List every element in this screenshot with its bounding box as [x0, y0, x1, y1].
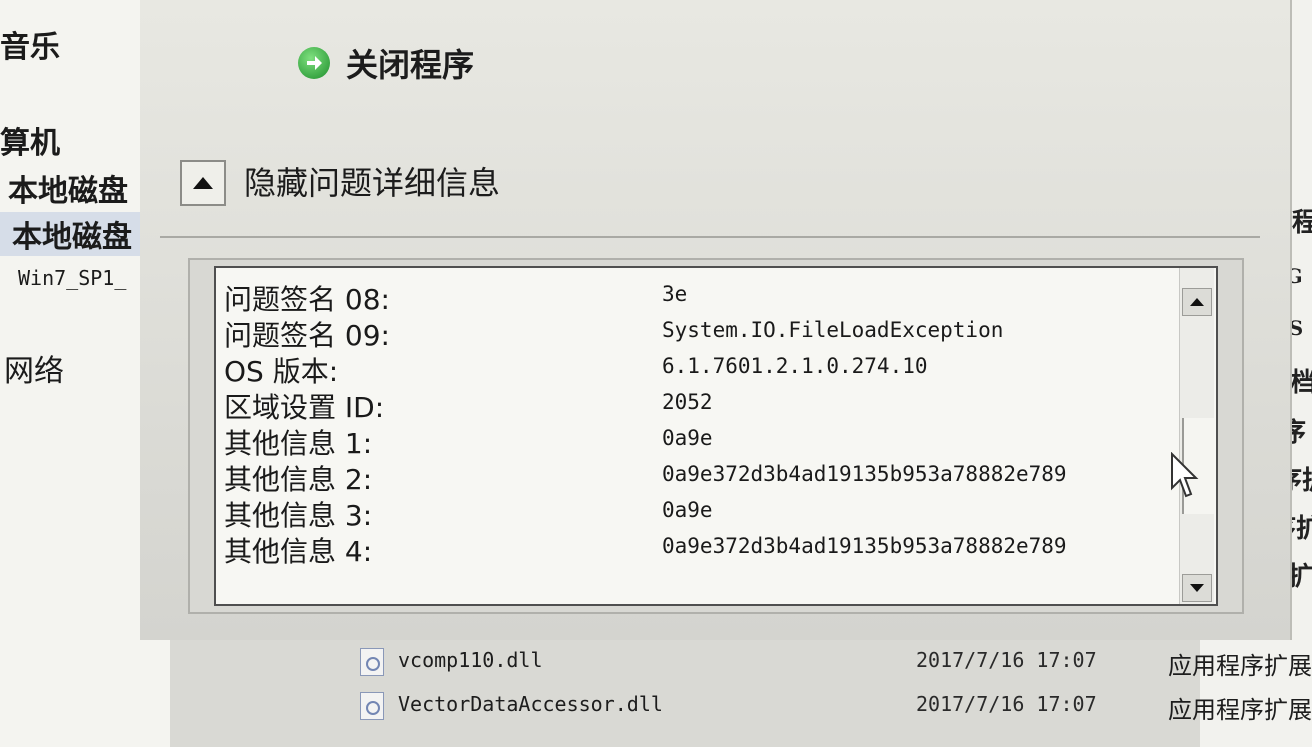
details-value: 0a9e372d3b4ad19135b953a78882e789: [662, 462, 1067, 486]
dll-file-icon: [360, 692, 384, 720]
file-type: 应用程序扩展: [1168, 652, 1312, 680]
scroll-down-button[interactable]: [1182, 574, 1212, 602]
green-arrow-icon: [298, 47, 330, 79]
details-key: 问题签名 08:: [224, 283, 390, 316]
scroll-up-icon: [1190, 298, 1204, 306]
details-value: 0a9e372d3b4ad19135b953a78882e789: [662, 534, 1067, 558]
file-name: vcomp110.dll: [398, 648, 543, 672]
close-program-label: 关闭程序: [346, 46, 475, 84]
file-name: VectorDataAccessor.dll: [398, 692, 663, 716]
nav-item-network[interactable]: 网络: [4, 346, 64, 390]
details-key: 问题签名 09:: [224, 319, 390, 352]
dll-file-icon: [360, 648, 384, 676]
details-value: System.IO.FileLoadException: [662, 318, 1004, 342]
details-key: 其他信息 4:: [224, 535, 373, 568]
details-value: 3e: [662, 282, 688, 306]
details-value: 0a9e: [662, 498, 713, 522]
details-key: 其他信息 2:: [224, 463, 373, 496]
details-key: 其他信息 3:: [224, 499, 373, 532]
close-program-link[interactable]: 关闭程序: [298, 40, 474, 86]
file-type: 应用程序扩展: [1168, 696, 1312, 724]
details-scrollbar[interactable]: [1179, 268, 1214, 604]
hide-details-button[interactable]: [180, 160, 226, 206]
nav-item-local-disk-c[interactable]: 本地磁盘: [8, 166, 128, 210]
nav-item-win7-sp1[interactable]: Win7_SP1_: [18, 266, 126, 290]
mouse-cursor-icon: [1171, 452, 1199, 498]
details-key: 其他信息 1:: [224, 427, 373, 460]
scroll-down-icon: [1190, 584, 1204, 592]
details-value: 0a9e: [662, 426, 713, 450]
hide-details-label[interactable]: 隐藏问题详细信息: [244, 158, 500, 204]
problem-details-box: 问题签名 08: 3e 问题签名 09: System.IO.FileLoadE…: [188, 258, 1244, 614]
problem-details-textarea[interactable]: 问题签名 08: 3e 问题签名 09: System.IO.FileLoadE…: [214, 266, 1218, 606]
nav-item-computer[interactable]: 算机: [0, 118, 60, 162]
details-value: 2052: [662, 390, 713, 414]
file-date: 2017/7/16 17:07: [916, 692, 1097, 716]
details-key: OS 版本:: [224, 355, 339, 388]
file-list-row[interactable]: vcomp110.dll 2017/7/16 17:07 应用程序扩展: [360, 646, 1312, 680]
file-date: 2017/7/16 17:07: [916, 648, 1097, 672]
scroll-up-button[interactable]: [1182, 288, 1212, 316]
collapse-icon: [193, 177, 213, 189]
details-key: 区域设置 ID:: [224, 391, 385, 424]
file-list-row[interactable]: VectorDataAccessor.dll 2017/7/16 17:07 应…: [360, 690, 1312, 724]
divider: [160, 236, 1260, 238]
details-value: 6.1.7601.2.1.0.274.10: [662, 354, 928, 378]
nav-item-music[interactable]: 音乐: [0, 22, 60, 66]
